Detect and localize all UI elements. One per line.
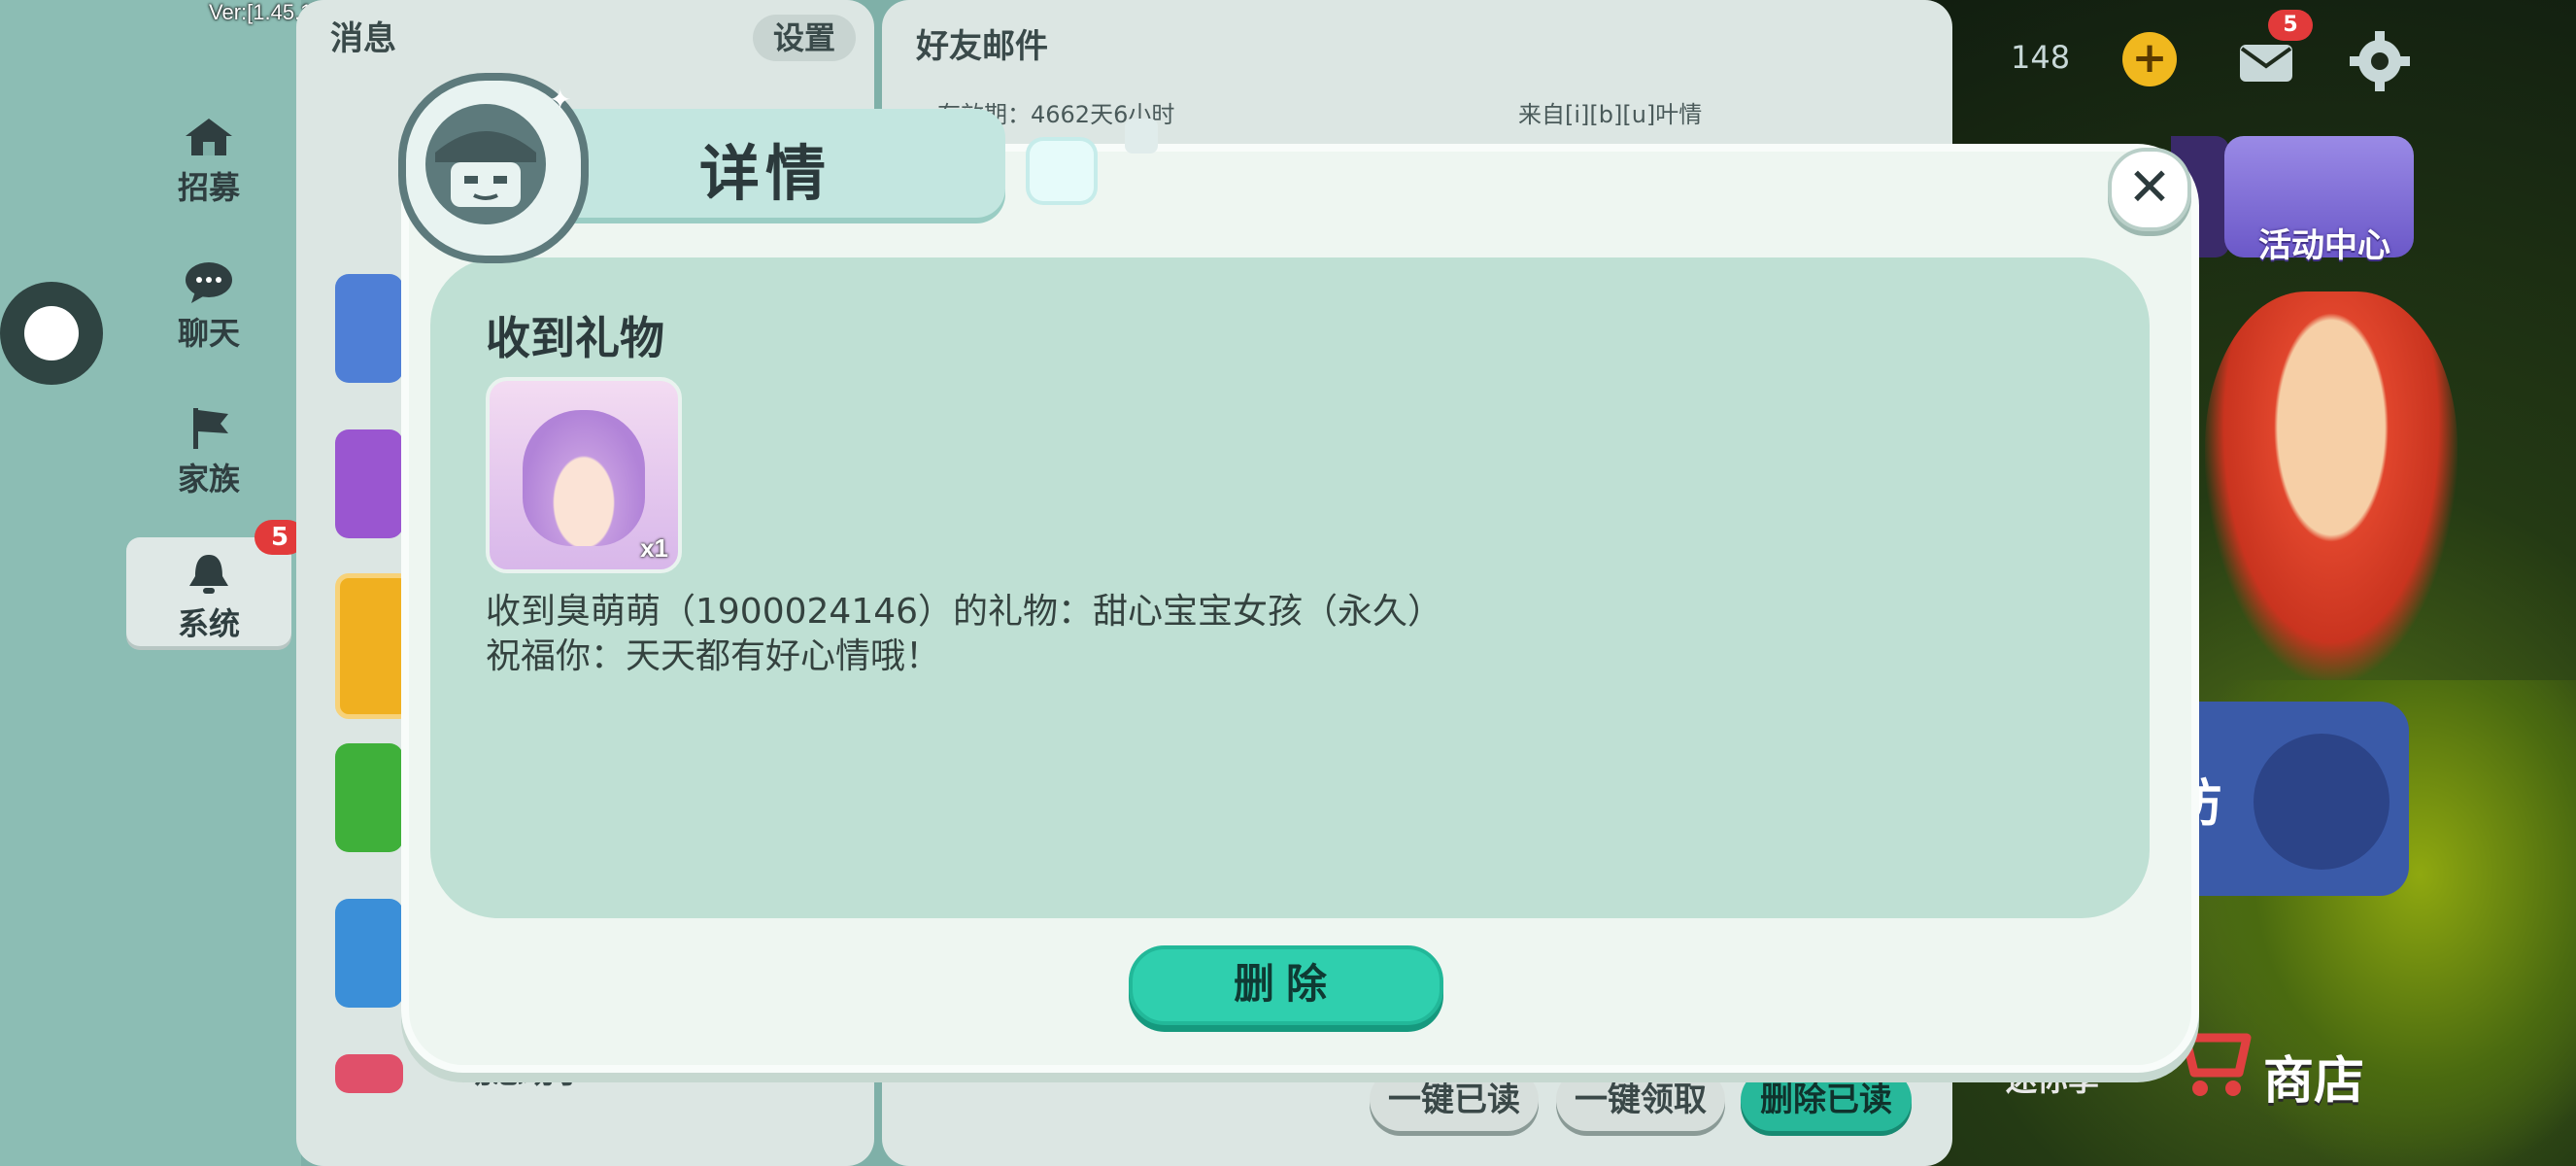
delete-button[interactable]: 删除: [1129, 945, 1443, 1025]
close-button[interactable]: ✕: [2108, 148, 2191, 231]
gift-item[interactable]: x1: [486, 377, 682, 573]
gift-character-icon: [523, 410, 645, 546]
decor-square-small: [1125, 119, 1158, 154]
gift-message-line: 收到臭萌萌（1900024146）的礼物：甜心宝宝女孩（永久）: [486, 592, 1443, 632]
dialog-heading: 收到礼物: [486, 312, 664, 364]
gift-blessing-line: 祝福你：天天都有好心情哦！: [486, 636, 941, 676]
dialog-title: 详情: [699, 138, 832, 209]
gift-count: x1: [640, 533, 668, 563]
sparkle-icon: ✦: [549, 84, 572, 116]
decor-square: [1030, 141, 1094, 201]
